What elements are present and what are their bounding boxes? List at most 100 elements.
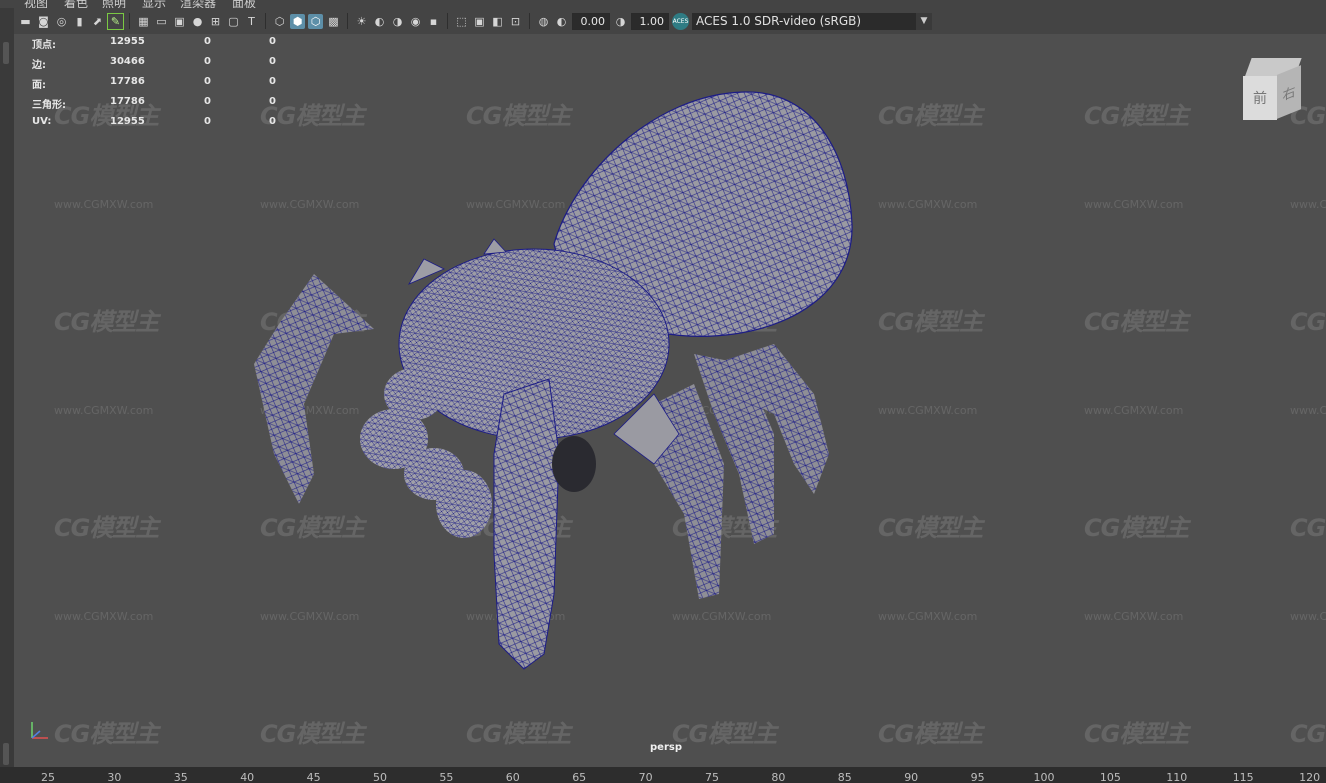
- hud-label: 边:: [32, 60, 46, 71]
- chevron-down-icon[interactable]: ▼: [916, 12, 932, 30]
- toolbar-separator: [265, 13, 266, 29]
- view-transform-dropdown[interactable]: ACES 1.0 SDR-video (sRGB) ▼: [692, 12, 932, 30]
- hud-value-total: 12955: [110, 36, 145, 47]
- hud-row: 面: 17786 0 0: [32, 76, 292, 96]
- perspective-viewport[interactable]: CG模型主 CG模型主 CG模型主 CG模型主 www.CGMXW.com www.CGM…: [14, 34, 1326, 767]
- camera-name-label: persp: [650, 742, 682, 753]
- hud-row: UV: 12955 0 0: [32, 116, 292, 136]
- hud-value-triangles: 0: [269, 56, 276, 67]
- exposure-field[interactable]: 0.00: [572, 12, 610, 30]
- timeline-tick-label: 110: [1166, 771, 1188, 783]
- hud-value-triangles: 0: [269, 36, 276, 47]
- timeline-tick-label: 115: [1232, 771, 1254, 783]
- isolate-select-icon[interactable]: ⬚: [454, 14, 469, 29]
- view-cube[interactable]: 前 右: [1240, 56, 1306, 126]
- menu-item-5[interactable]: 面板: [232, 0, 256, 8]
- axis-gizmo-icon: [31, 722, 48, 739]
- image-plane-icon[interactable]: ▮: [72, 14, 87, 29]
- timeline-tick-label: 40: [240, 771, 255, 783]
- heads-up-poly-count: 顶点: 12955 0 0 边: 30466 0 0 面: 17786 0 0 三角形: 17786 0 0 U…: [32, 36, 292, 136]
- film-gate-icon[interactable]: ▭: [154, 14, 169, 29]
- timeline-tick-label: 45: [306, 771, 321, 783]
- toolbar-separator: [347, 13, 348, 29]
- textured-icon[interactable]: ▩: [326, 14, 341, 29]
- use-all-lights-icon[interactable]: ☀: [354, 14, 369, 29]
- 2d-pan-zoom-icon[interactable]: ⬈: [90, 14, 105, 29]
- time-slider[interactable]: 25 30 35 40 45 50 55 60 65 70 75 80 85 90 95 100 105 110 1…: [0, 767, 1326, 783]
- view-transform-value: ACES 1.0 SDR-video (sRGB): [696, 14, 862, 28]
- panel-grip-handle-bottom[interactable]: [3, 743, 9, 765]
- gamma-field[interactable]: 1.00: [631, 12, 669, 30]
- hud-value-selected: 0: [204, 116, 211, 127]
- timeline-tick-label: 65: [572, 771, 587, 783]
- camera-attributes-icon[interactable]: ◙: [36, 14, 51, 29]
- safe-action-icon[interactable]: ▢: [226, 14, 241, 29]
- bookmark-icon[interactable]: ◎: [54, 14, 69, 29]
- backface-culling-icon[interactable]: ⊡: [508, 14, 523, 29]
- exposure-icon[interactable]: ◍: [536, 14, 551, 29]
- timeline-tick-label: 70: [638, 771, 653, 783]
- timeline-tick-label: 30: [107, 771, 122, 783]
- motion-blur-icon[interactable]: ◉: [408, 14, 423, 29]
- gate-mask-icon[interactable]: ●: [190, 14, 205, 29]
- timeline-tick-label: 50: [373, 771, 387, 783]
- grease-pencil-icon[interactable]: ✎: [107, 12, 124, 30]
- screen-space-ao-icon[interactable]: ◑: [390, 14, 405, 29]
- hud-value-total: 17786: [110, 96, 145, 107]
- xray-icon[interactable]: ▣: [472, 14, 487, 29]
- toolbar-separator: [447, 13, 448, 29]
- panel-grip-handle[interactable]: [3, 42, 9, 64]
- hud-row: 三角形: 17786 0 0: [32, 96, 292, 116]
- safe-title-icon[interactable]: T: [244, 14, 259, 29]
- gamma-icon[interactable]: ◐: [554, 14, 569, 29]
- view-cube-front-face[interactable]: 前: [1243, 76, 1277, 120]
- hud-label: 顶点:: [32, 40, 56, 51]
- smooth-shade-icon[interactable]: ⬢: [290, 13, 305, 29]
- anti-aliasing-icon[interactable]: ▪: [426, 14, 441, 29]
- camera-select-icon[interactable]: ▬: [18, 14, 33, 29]
- timeline-tick-label: 80: [771, 771, 786, 783]
- timeline-tick-label: 90: [904, 771, 919, 783]
- view-cube-right-face[interactable]: 右: [1277, 65, 1301, 119]
- hud-value-selected: 0: [204, 76, 211, 87]
- left-panel-strip: [0, 8, 14, 775]
- hud-value-triangles: 0: [269, 96, 276, 107]
- wireframe-on-shaded-icon[interactable]: ⬡: [308, 13, 323, 29]
- menu-item-2[interactable]: 照明: [102, 0, 126, 8]
- timeline-tick-label: 60: [505, 771, 520, 783]
- timeline-tick-label: 100: [1033, 771, 1055, 783]
- hud-value-total: 17786: [110, 76, 145, 87]
- timeline-tick-label: 75: [705, 771, 719, 783]
- hud-row: 顶点: 12955 0 0: [32, 36, 292, 56]
- menu-item-4[interactable]: 渲染器: [180, 0, 216, 8]
- shadows-icon[interactable]: ◐: [372, 14, 387, 29]
- hud-row: 边: 30466 0 0: [32, 56, 292, 76]
- spider-face: [360, 350, 516, 538]
- menu-item-3[interactable]: 显示: [142, 0, 166, 8]
- field-chart-icon[interactable]: ⊞: [208, 14, 223, 29]
- menu-item-0[interactable]: 视图: [24, 0, 48, 8]
- viewport-toolbar: ▬ ◙ ◎ ▮ ⬈ ✎ ▦ ▭ ▣ ● ⊞ ▢ T ⬡ ⬢ ⬡ ▩ ☀ ◐ ◑ ◉ ▪ ⬚ ▣ ◧ ⊡ ◍ ◐ 0.00 ◑ 1.00 ACE…: [14, 8, 1326, 34]
- menu-bar: 视图 着色 照明 显示 渲染器 面板: [0, 0, 1326, 8]
- hud-value-selected: 0: [204, 36, 211, 47]
- timeline-tick-label: 85: [837, 771, 852, 783]
- menu-item-1[interactable]: 着色: [64, 0, 88, 8]
- hud-value-triangles: 0: [269, 116, 276, 127]
- grid-icon[interactable]: ▦: [136, 14, 151, 29]
- gamma-toggle-icon[interactable]: ◑: [613, 14, 628, 29]
- timeline-tick-label: 35: [173, 771, 188, 783]
- hud-label: 三角形:: [32, 100, 66, 111]
- timeline-tick-label: 95: [970, 771, 985, 783]
- spider-wireframe-model[interactable]: [14, 34, 1326, 767]
- color-management-icon[interactable]: ACES: [672, 12, 689, 30]
- xray-joints-icon[interactable]: ◧: [490, 14, 505, 29]
- timeline-tick-label: 120: [1299, 771, 1321, 783]
- wireframe-icon[interactable]: ⬡: [272, 14, 287, 29]
- hud-value-triangles: 0: [269, 76, 276, 87]
- hud-value-total: 12955: [110, 116, 145, 127]
- toolbar-separator: [529, 13, 530, 29]
- hud-label: 面:: [32, 80, 46, 91]
- hud-value-total: 30466: [110, 56, 145, 67]
- resolution-gate-icon[interactable]: ▣: [172, 14, 187, 29]
- timeline-tick-label: 55: [439, 771, 454, 783]
